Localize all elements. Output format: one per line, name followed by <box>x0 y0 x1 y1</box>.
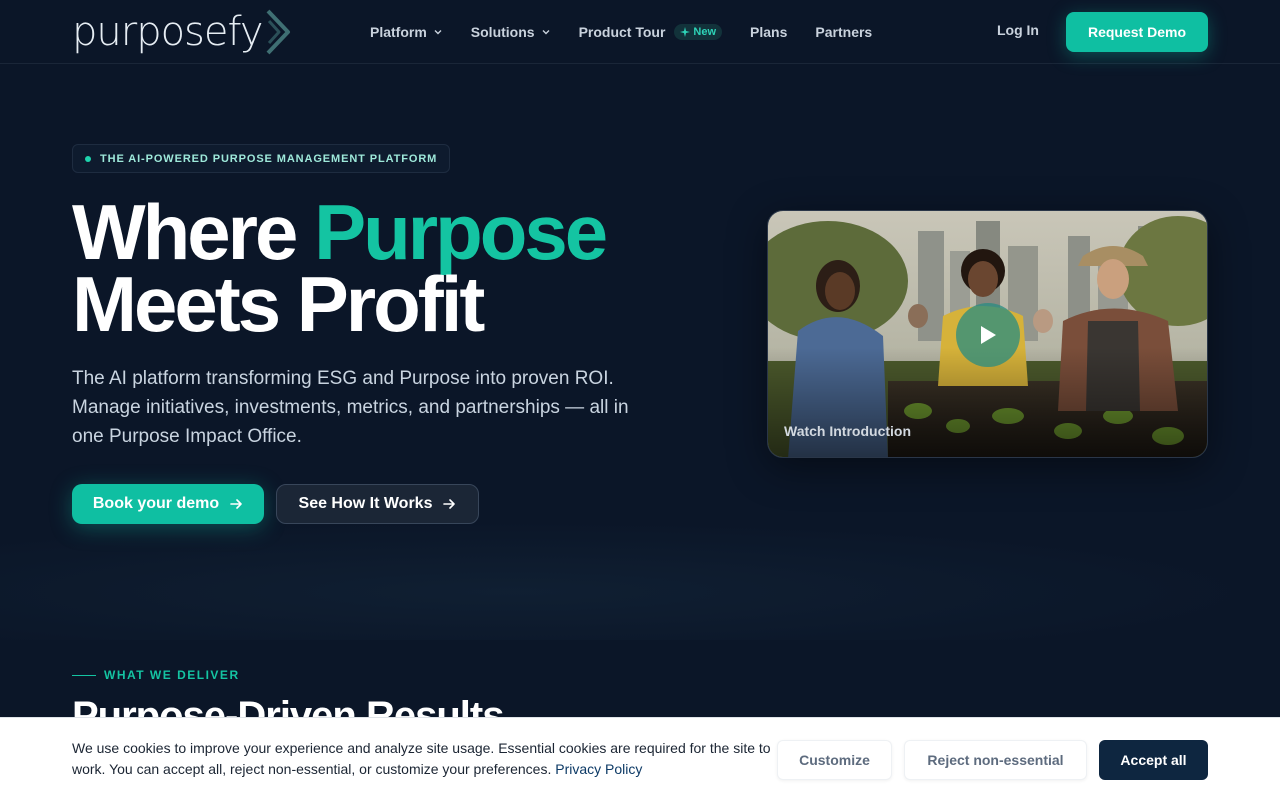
request-demo-button[interactable]: Request Demo <box>1066 12 1208 52</box>
nav-item-plans[interactable]: Plans <box>750 24 787 40</box>
hero-headline: Where Purpose Meets Profit <box>72 193 608 343</box>
cookie-text: We use cookies to improve your experienc… <box>72 738 772 780</box>
hero-subtext: The AI platform transforming ESG and Pur… <box>72 368 629 447</box>
chevron-down-icon <box>542 30 550 35</box>
button-label: Book your demo <box>92 495 220 512</box>
background-glow <box>0 520 1280 640</box>
section-eyebrow: WHAT WE DELIVER <box>72 668 240 682</box>
nav-item-label: Solutions <box>470 24 535 40</box>
reject-non-essential-button[interactable]: Reject non-essential <box>904 740 1087 780</box>
video-label: Watch Introduction <box>784 423 912 439</box>
privacy-policy-link[interactable]: Privacy Policy <box>555 761 642 777</box>
site-header: purposefy Platform Solutions Product Tou… <box>0 0 1280 64</box>
badge-label: New <box>693 26 717 38</box>
new-badge: New <box>674 24 723 40</box>
nav-item-solutions[interactable]: Solutions <box>471 24 551 40</box>
headline-line2: Meets Profit <box>72 260 485 348</box>
main-nav: Platform Solutions Product Tour New Plan… <box>370 0 872 64</box>
sparkle-icon <box>680 27 691 37</box>
nav-item-label: Partners <box>815 24 873 40</box>
accept-all-button[interactable]: Accept all <box>1099 740 1208 780</box>
nav-item-partners[interactable]: Partners <box>815 24 872 40</box>
status-dot <box>85 155 91 162</box>
cookie-banner: We use cookies to improve your experienc… <box>0 717 1280 800</box>
button-label: See How It Works <box>298 495 433 512</box>
nav-item-label: Product Tour <box>578 24 666 40</box>
book-demo-button[interactable]: Book your demo <box>72 484 264 524</box>
nav-item-platform[interactable]: Platform <box>370 24 443 40</box>
logo-text: purposefy <box>72 9 264 55</box>
login-link[interactable]: Log In <box>997 22 1039 38</box>
nav-item-product-tour[interactable]: Product Tour New <box>578 24 723 40</box>
play-icon <box>981 326 996 344</box>
nav-item-label: Platform <box>370 24 427 40</box>
eyebrow-line <box>72 674 96 676</box>
cookie-message: We use cookies to improve your experienc… <box>72 740 771 777</box>
customize-button[interactable]: Customize <box>777 740 892 780</box>
eyebrow-text: THE AI-POWERED PURPOSE MANAGEMENT PLATFO… <box>100 152 438 165</box>
section-eyebrow-text: WHAT WE DELIVER <box>104 668 240 682</box>
logo[interactable]: purposefy <box>72 8 291 56</box>
play-button[interactable] <box>956 303 1020 367</box>
arrow-right-icon <box>443 499 456 509</box>
chevron-down-icon <box>434 30 442 35</box>
nav-item-label: Plans <box>750 24 788 40</box>
intro-video[interactable]: Watch Introduction <box>767 210 1208 458</box>
logo-arrow-icon <box>266 9 290 55</box>
see-how-it-works-button[interactable]: See How It Works <box>276 484 479 524</box>
arrow-right-icon <box>230 499 242 509</box>
hero-eyebrow: THE AI-POWERED PURPOSE MANAGEMENT PLATFO… <box>72 144 451 173</box>
